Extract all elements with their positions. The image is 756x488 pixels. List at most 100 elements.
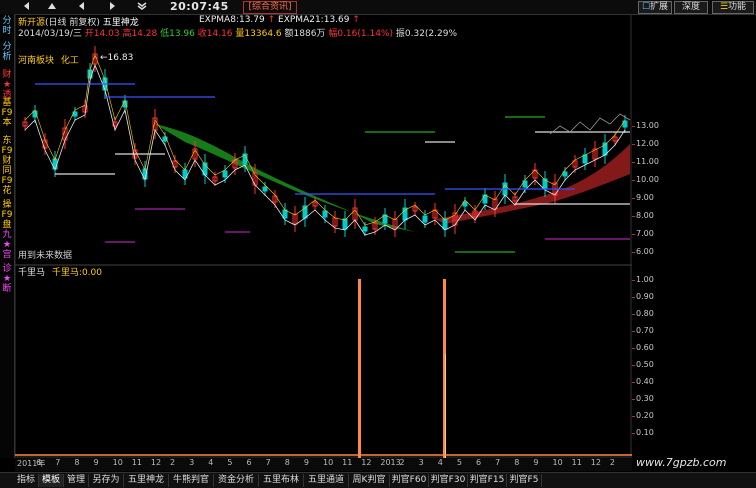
bottom-tab[interactable]: 牛熊判官 — [169, 474, 214, 487]
expma-line: EXPMA8:13.79 ↑ EXPMA21:13.69 ↑ — [199, 15, 360, 25]
left-tab[interactable]: 分析 — [1, 42, 13, 62]
bottom-tab[interactable]: 五里布林 — [259, 474, 304, 487]
left-tab[interactable]: 基F9本 — [1, 98, 13, 128]
price-axis-tick — [632, 216, 635, 217]
signal-bar-detail — [445, 354, 446, 458]
price-axis-tick — [632, 126, 635, 127]
bottom-tab[interactable]: 模板 — [39, 474, 64, 487]
lower-axis-label: 0.30 — [636, 394, 654, 403]
lower-axis-tick — [632, 399, 635, 400]
date-axis-label: 5 — [227, 458, 233, 467]
price-axis-label: 8.00 — [636, 211, 654, 220]
bottom-tab[interactable]: 判官F15 — [468, 474, 507, 487]
date-axis-label: 11 — [131, 458, 142, 467]
candle-body — [442, 218, 448, 230]
lower-series-label: 千里马: — [51, 268, 82, 278]
header-line-2: 2014/03/19/三 开14.03 高14.28 低13.96 收14.16… — [18, 26, 457, 39]
arrow-right-icon[interactable] — [105, 1, 119, 12]
date-axis-label: 4 — [437, 458, 443, 467]
date-axis-label: 5 — [456, 458, 462, 467]
left-tab[interactable]: 东F9财 — [1, 136, 13, 166]
price-axis-tick — [632, 252, 635, 253]
bottom-tab[interactable]: 管理 — [64, 474, 89, 487]
lower-axis-label: 0.60 — [636, 343, 654, 352]
change-value: 0.16(1.14%) — [337, 29, 393, 39]
date-axis-label: 11 — [342, 458, 353, 467]
left-tab[interactable]: 九★宫 — [1, 230, 13, 260]
sector-label[interactable]: 河南板块 — [18, 56, 54, 66]
arrow-up-left-icon[interactable] — [45, 1, 59, 12]
expand-label: 扩展 — [650, 2, 669, 12]
date-axis-label: 7 — [265, 458, 271, 467]
price-axis-tick — [632, 180, 635, 181]
info-news-button[interactable]: [综合资讯] — [243, 1, 297, 14]
depth-button[interactable]: 深度 — [674, 1, 708, 14]
left-tab[interactable]: 诊★断 — [1, 264, 13, 294]
bottom-tab[interactable]: 五里通道 — [304, 474, 349, 487]
future-data-note: 用到未来数据 — [18, 251, 73, 261]
amplitude-label: 振 — [395, 29, 405, 39]
bottom-tab[interactable]: 指标 — [14, 474, 39, 487]
amount-value: 1886万 — [293, 29, 326, 39]
peak-price: ←16.83 — [100, 53, 133, 63]
date-axis-label: 12 — [150, 458, 162, 467]
high-value: 14.28 — [131, 29, 158, 39]
date-axis-label: 3 — [418, 458, 424, 467]
bottom-tab[interactable]: 判官F30 — [429, 474, 468, 487]
date-axis-label: 2 — [609, 458, 615, 467]
expand-icon: ☐ — [641, 2, 651, 12]
left-tab[interactable]: 同F9花 — [1, 166, 13, 196]
date-axis-label: 8 — [514, 458, 520, 467]
candle-body — [282, 209, 288, 219]
candle-body — [342, 218, 348, 230]
bottom-tabs: 指标 模板 管理 另存为 五里神龙 牛熊判官 资金分析 五里布林 五里通道 周K判官 判官F60 判官… — [0, 472, 756, 488]
clock-time: 20:07:45 — [170, 0, 229, 13]
lower-panel-header: 千里马 千里马:0.00 — [18, 265, 102, 278]
date-axis: 2011年 6 7 8 9 10 11 12 2 3 4 5 6 7 8 9 10 11 12 2013 2 3 4 5 6 7 8… — [15, 458, 632, 471]
arrow-left-small-icon[interactable] — [75, 1, 89, 12]
date-axis-label: 10 — [552, 458, 563, 467]
bottom-tab[interactable]: 五里神龙 — [124, 474, 169, 487]
lower-axis-tick — [632, 382, 635, 383]
bottom-tab[interactable]: 资金分析 — [214, 474, 259, 487]
left-tab[interactable]: 分时 — [1, 16, 13, 36]
double-chevron-down-icon[interactable] — [135, 1, 149, 12]
arrow-left-icon[interactable] — [20, 1, 34, 12]
close-label: 收 — [197, 29, 207, 39]
lower-axis-label: 0.20 — [636, 411, 654, 420]
lower-axis-label: 0.70 — [636, 326, 654, 335]
date-axis-label: 8 — [284, 458, 290, 467]
lower-axis-label: 0.40 — [636, 377, 654, 386]
lower-axis-tick — [632, 433, 635, 434]
main-chart[interactable] — [15, 14, 632, 458]
indicator-ribbon-red — [435, 144, 630, 224]
date-axis-label: 9 — [93, 458, 99, 467]
price-axis-label: 9.00 — [636, 193, 654, 202]
lower-axis-tick — [632, 331, 635, 332]
expand-button[interactable]: ☐扩展 — [638, 1, 672, 14]
left-tab[interactable]: 财★透 — [1, 70, 13, 100]
bottom-tab[interactable]: 另存为 — [89, 474, 124, 487]
candle-body — [322, 210, 328, 218]
candle-body — [482, 194, 488, 204]
expma21-value: 13.69 — [323, 15, 350, 25]
industry-label[interactable]: 化工 — [61, 56, 79, 66]
amplitude-value: 0.32(2.29% — [404, 29, 458, 39]
arrow-up-icon: ↑ — [352, 15, 360, 25]
date-axis-label: 6 — [246, 458, 252, 467]
bottom-tab[interactable]: 判官F60 — [390, 474, 429, 487]
bottom-tab[interactable]: 判官F5 — [507, 474, 542, 487]
watermark: www.7gpzb.com — [636, 456, 727, 469]
date-axis-label: 12 — [361, 458, 372, 467]
date-axis-label: 2013 — [380, 458, 401, 467]
functions-button[interactable]: ☰功能 — [712, 1, 754, 14]
price-axis-label: 10.00 — [636, 175, 659, 184]
price-axis-tick — [632, 198, 635, 199]
candle-body — [222, 170, 228, 178]
date-axis-label: 3 — [189, 458, 195, 467]
date-axis-label: 8 — [74, 458, 80, 467]
bottom-tab[interactable]: 周K判官 — [349, 474, 390, 487]
lower-panel-name: 千里马 — [18, 268, 46, 278]
left-tab[interactable]: 操F9盘 — [1, 200, 13, 230]
price-axis-tick — [632, 162, 635, 163]
